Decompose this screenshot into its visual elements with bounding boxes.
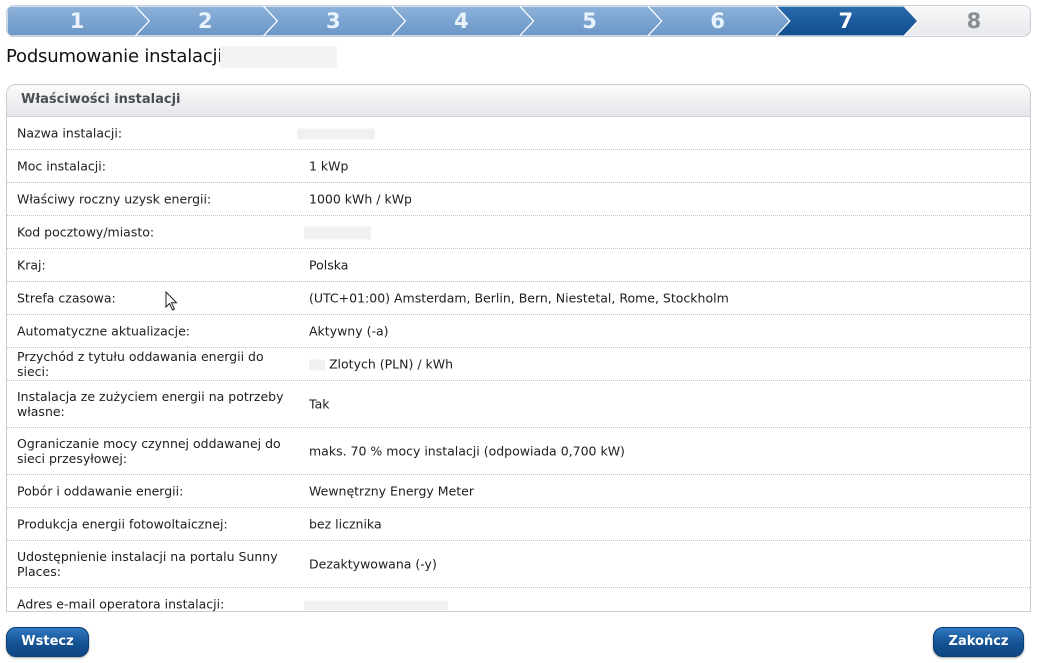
property-label: Ograniczanie mocy czynnej oddawanej do s…: [17, 436, 281, 466]
wizard-step-6[interactable]: 6: [698, 6, 738, 36]
property-row-pv-production: Produkcja energii fotowoltaicznej: bez l…: [7, 508, 1030, 541]
property-label: Adres e-mail operatora instalacji:: [17, 596, 225, 612]
property-value: Wewnętrzny Energy Meter: [309, 483, 474, 499]
property-value: Polska: [309, 257, 349, 273]
property-row-auto-updates: Automatyczne aktualizacje: Aktywny (-a): [7, 315, 1030, 348]
wizard-step-7: 7: [838, 9, 854, 33]
property-label: Produkcja energii fotowoltaicznej:: [17, 516, 228, 532]
property-row-power: Moc instalacji: 1 kWp: [7, 150, 1030, 183]
property-label: Instalacja ze zużyciem energii na potrze…: [17, 389, 284, 419]
wizard-step-5[interactable]: 5: [570, 6, 610, 36]
property-value: [297, 126, 1022, 141]
property-value: 1 kWp: [309, 158, 349, 174]
back-button[interactable]: Wstecz: [6, 627, 89, 657]
property-value: Tak: [309, 396, 330, 412]
property-row-active-power-limit: Ograniczanie mocy czynnej oddawanej do s…: [7, 428, 1030, 475]
page-title: Podsumowanie instalacji: [6, 46, 223, 67]
redacted-value: [304, 600, 448, 610]
property-label: Automatyczne aktualizacje:: [17, 323, 190, 339]
finish-button[interactable]: Zakończ: [933, 627, 1024, 657]
redacted-installation-name: [220, 46, 337, 68]
property-row-self-consumption: Instalacja ze zużyciem energii na potrze…: [7, 381, 1030, 428]
property-label: Kod pocztowy/miasto:: [17, 224, 155, 240]
property-row-country: Kraj: Polska: [7, 249, 1030, 282]
property-row-timezone: Strefa czasowa: (UTC+01:00) Amsterdam, B…: [7, 282, 1030, 315]
property-label: Pobór i oddawanie energii:: [17, 483, 184, 499]
property-value: bez licznika: [309, 516, 382, 532]
redacted-value: [297, 128, 375, 140]
property-row-postcode-city: Kod pocztowy/miasto:: [7, 216, 1030, 249]
property-label: Kraj:: [17, 257, 46, 273]
property-row-sunny-places: Udostępnienie instalacji na portalu Sunn…: [7, 541, 1030, 588]
property-value: [304, 225, 1022, 240]
property-label: Właściwy roczny uzysk energii:: [17, 191, 212, 207]
property-value: Aktywny (-a): [309, 323, 389, 339]
property-label: Strefa czasowa:: [17, 290, 116, 306]
wizard-step-4[interactable]: 4: [441, 6, 481, 36]
wizard-steps-graphic: [7, 6, 1030, 36]
wizard-step-1[interactable]: 1: [57, 6, 97, 36]
property-value: (UTC+01:00) Amsterdam, Berlin, Bern, Nie…: [309, 290, 729, 306]
redacted-value: [309, 359, 325, 371]
mouse-cursor-icon: [165, 291, 178, 311]
property-value: 1000 kWh / kWp: [309, 191, 412, 207]
property-row-yield: Właściwy roczny uzysk energii: 1000 kWh …: [7, 183, 1030, 216]
wizard-step-8: 8: [966, 9, 982, 33]
wizard-step-3[interactable]: 3: [313, 6, 353, 36]
property-value: Zlotych (PLN) / kWh: [309, 357, 1022, 372]
panel-header: Właściwości instalacji: [7, 85, 1030, 117]
wizard-steps: 1 2 3 4 5 6 7 8: [6, 5, 1031, 37]
property-row-energy-meter: Pobór i oddawanie energii: Wewnętrzny En…: [7, 475, 1030, 508]
property-label: Moc instalacji:: [17, 158, 106, 174]
wizard-step-2[interactable]: 2: [185, 6, 225, 36]
property-value: maks. 70 % mocy instalacji (odpowiada 0,…: [309, 443, 625, 459]
property-label: Przychód z tytułu oddawania energii do s…: [17, 349, 264, 379]
property-row-name: Nazwa instalacji:: [7, 117, 1030, 150]
property-row-operator-email: Adres e-mail operatora instalacji:: [7, 588, 1030, 612]
property-label: Nazwa instalacji:: [17, 125, 123, 141]
property-value: [304, 597, 1022, 612]
property-value: Dezaktywowana (-y): [309, 556, 437, 572]
property-label: Udostępnienie instalacji na portalu Sunn…: [17, 549, 278, 579]
installation-properties-panel: Właściwości instalacji Nazwa instalacji:…: [6, 84, 1031, 612]
redacted-value: [304, 226, 371, 240]
property-row-feed-in-revenue: Przychód z tytułu oddawania energii do s…: [7, 348, 1030, 381]
